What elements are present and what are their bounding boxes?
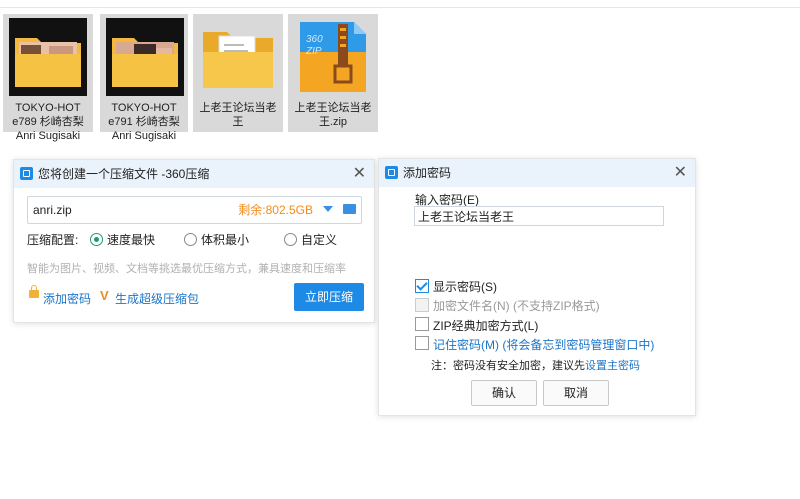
compress-dialog-titlebar: 您将创建一个压缩文件 -360压缩 ✕	[14, 160, 374, 188]
radio-smallest[interactable]	[184, 233, 197, 246]
file-item[interactable]: 上老王论坛当老王	[193, 14, 283, 132]
security-note: 注：密码没有安全加密，建议先设置主密码	[431, 357, 640, 373]
filename-value[interactable]: anri.zip	[33, 197, 72, 223]
ok-button[interactable]: 确认	[471, 380, 537, 406]
config-label: 压缩配置:	[27, 233, 79, 247]
top-divider	[0, 7, 800, 8]
security-note-text: 注：密码没有安全加密，建议先	[431, 360, 585, 372]
file-name: TOKYO-HOT e789 杉崎杏梨 Anri Sugisaki	[12, 102, 84, 142]
option-smallest-label[interactable]: 体积最小	[201, 232, 249, 248]
close-icon[interactable]: ✕	[674, 159, 687, 187]
cancel-button[interactable]: 取消	[543, 380, 609, 406]
encrypt-names-label: 加密文件名(N) (不支持ZIP格式)	[433, 299, 600, 313]
file-name: TOKYO-HOT e791 杉崎杏梨 Anri Sugisaki	[108, 102, 180, 142]
app-logo-icon	[20, 167, 33, 180]
option-custom-label[interactable]: 自定义	[301, 232, 337, 248]
dialog-title: 添加密码	[403, 166, 452, 180]
password-dialog-titlebar: 添加密码 ✕	[379, 159, 695, 187]
filename-field[interactable]: anri.zip 剩余:802.5GB	[27, 196, 362, 224]
zip-classic-label[interactable]: ZIP经典加密方式(L)	[433, 317, 538, 334]
add-password-link[interactable]: 添加密码	[43, 290, 91, 307]
svg-text:360: 360	[306, 34, 323, 45]
self-extract-link[interactable]: 生成超级压缩包	[115, 290, 199, 307]
dialog-title: 您将创建一个压缩文件 -360压缩	[38, 167, 210, 181]
password-dialog: 添加密码 ✕ 输入密码(E) 上老王论坛当老王 显示密码(S) 加密文件名(N)…	[378, 158, 696, 416]
svg-text:ZIP: ZIP	[305, 46, 322, 57]
compress-hint: 智能为图片、视频、文档等挑选最优压缩方式，兼具速度和压缩率	[27, 263, 346, 275]
file-item[interactable]: TOKYO-HOT e789 杉崎杏梨 Anri Sugisaki	[3, 14, 93, 142]
video-folder-icon	[9, 18, 87, 96]
app-logo-icon	[385, 166, 398, 179]
option-fastest-label[interactable]: 速度最快	[107, 232, 155, 248]
file-name: 上老王论坛当老 王.zip	[294, 102, 372, 128]
file-name: 上老王论坛当老王	[199, 102, 277, 128]
remember-password-label[interactable]: 记住密码(M) (将会备忘到密码管理窗口中)	[433, 336, 654, 353]
radio-custom[interactable]	[284, 233, 297, 246]
file-item[interactable]: TOKYO-HOT e791 杉崎杏梨 Anri Sugisaki	[100, 14, 188, 142]
set-master-password-link[interactable]: 设置主密码	[585, 360, 640, 372]
show-password-label[interactable]: 显示密码(S)	[433, 278, 497, 295]
file-item[interactable]: 360 ZIP 上老王论坛当老 王.zip	[288, 14, 378, 132]
remaining-space: 剩余:802.5GB	[238, 203, 313, 217]
lock-icon	[29, 285, 39, 298]
compress-now-button[interactable]: 立即压缩	[294, 283, 364, 311]
video-folder-icon	[106, 18, 184, 96]
folder-icon	[203, 32, 273, 88]
zip-archive-icon: 360 ZIP	[300, 22, 366, 92]
password-input[interactable]: 上老王论坛当老王	[414, 206, 664, 226]
close-icon[interactable]: ✕	[353, 160, 366, 188]
chevron-down-icon[interactable]	[323, 206, 333, 212]
compress-dialog: 您将创建一个压缩文件 -360压缩 ✕ anri.zip 剩余:802.5GB …	[13, 159, 375, 323]
radio-fastest[interactable]	[90, 233, 103, 246]
encrypt-names-checkbox[interactable]	[415, 298, 429, 312]
folder-browse-icon[interactable]	[343, 204, 356, 214]
show-password-checkbox[interactable]	[415, 279, 429, 293]
zip-classic-checkbox[interactable]	[415, 317, 429, 331]
remember-password-checkbox[interactable]	[415, 336, 429, 350]
v-icon: V	[100, 288, 109, 303]
